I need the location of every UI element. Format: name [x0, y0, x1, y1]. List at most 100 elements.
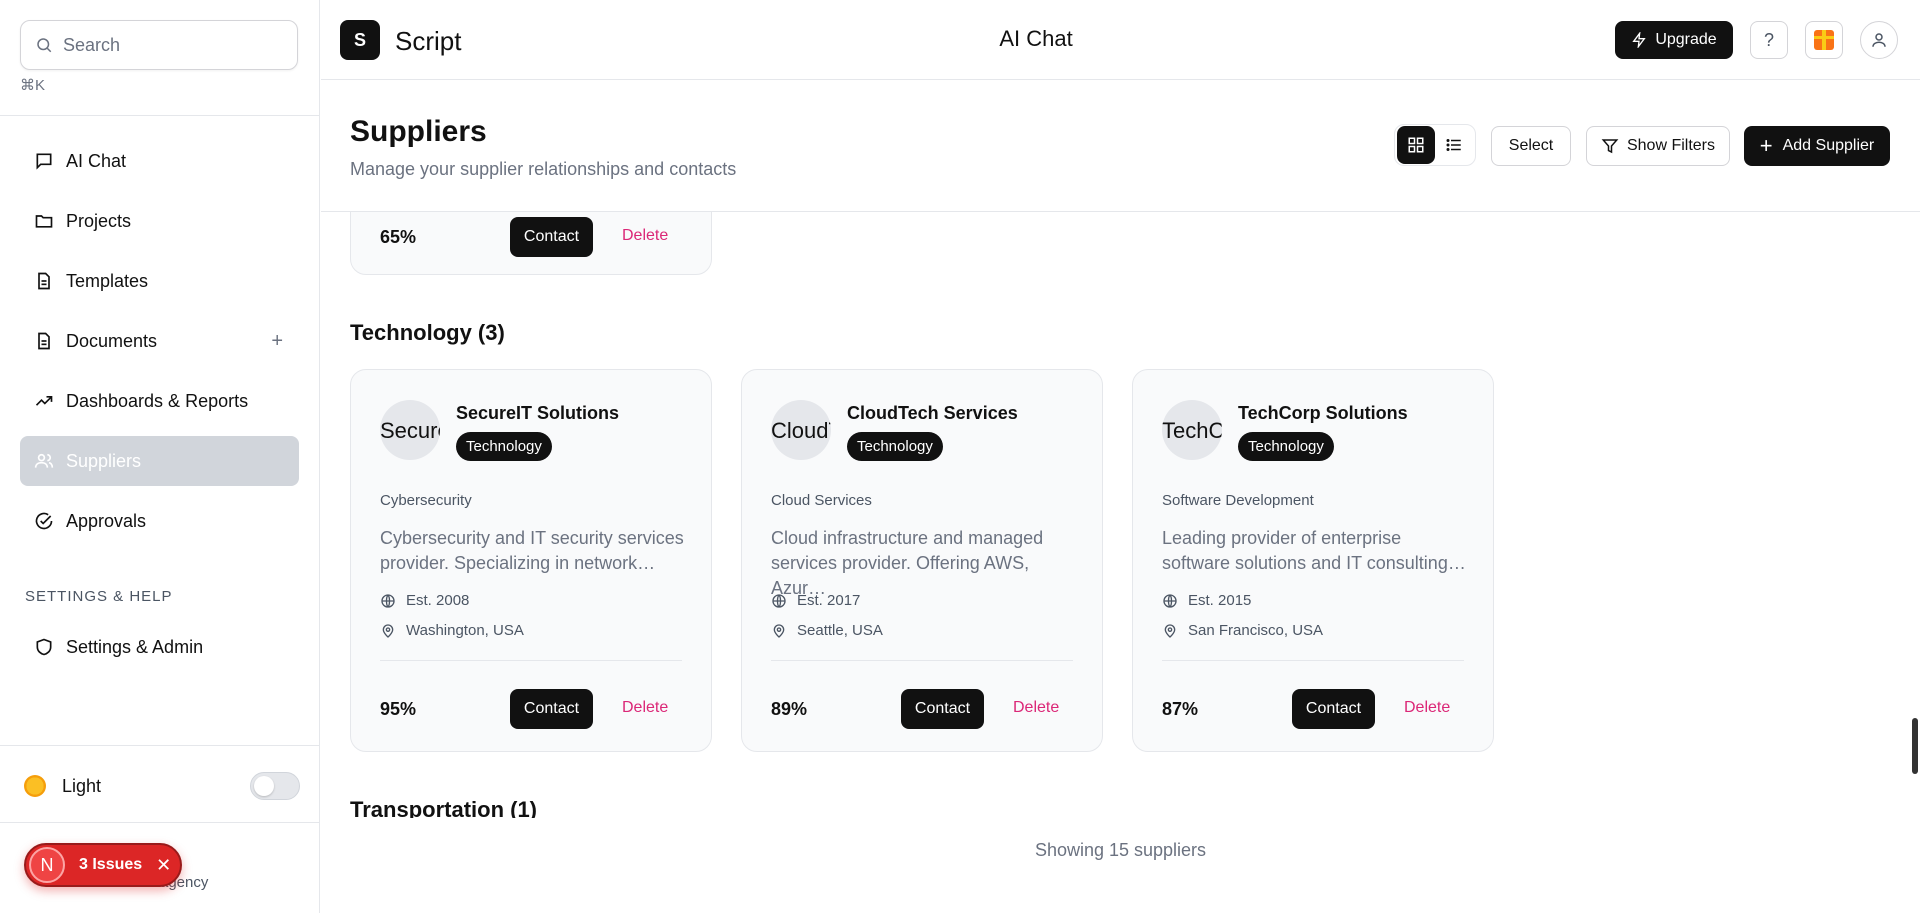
sidebar-item-label: Settings & Admin [66, 636, 204, 657]
category-heading: Transportation (1) [350, 797, 538, 818]
sidebar-item-label: AI Chat [66, 150, 127, 171]
contact-button[interactable]: Contact [901, 689, 984, 729]
scrollbar[interactable] [1910, 212, 1920, 913]
contact-button[interactable]: Contact [510, 689, 593, 729]
supplier-subcategory: Software Development [1162, 492, 1314, 509]
plus-icon: + [1759, 133, 1773, 158]
sidebar-item-label: Suppliers [66, 450, 142, 471]
supplier-name: SecureIT Solutions [456, 403, 620, 423]
supplier-list: 65% Contact Delete Technology (3) Secure… [321, 212, 1911, 818]
divider [771, 660, 1073, 661]
sidebar-item-suppliers[interactable]: Suppliers [20, 436, 299, 486]
shield-icon [36, 638, 52, 656]
supplier-card[interactable]: CloudTech CloudTech Services Technology … [741, 369, 1103, 752]
supplier-card: 65% Contact Delete [350, 212, 712, 275]
location-pin-icon [773, 623, 785, 638]
divider [0, 745, 319, 746]
established-row: Est. 2015 [1162, 592, 1251, 609]
users-icon [34, 453, 54, 468]
n-badge: N [29, 847, 65, 883]
filter-icon [1601, 139, 1619, 154]
location: Washington, USA [406, 622, 524, 639]
upgrade-button[interactable]: Upgrade [1615, 21, 1733, 59]
sidebar-item-label: Projects [66, 210, 132, 231]
sidebar-item-templates[interactable]: Templates [20, 256, 299, 306]
score: 89% [771, 699, 808, 719]
search-input[interactable] [63, 34, 283, 56]
page-header: Suppliers Manage your supplier relations… [321, 81, 1920, 212]
user-menu-button[interactable] [1860, 21, 1898, 59]
search-icon [37, 38, 52, 53]
help-button[interactable]: ? [1750, 21, 1788, 59]
established: Est. 2008 [406, 592, 470, 609]
theme-row: Light [20, 768, 300, 804]
gift-icon [1814, 30, 1834, 50]
score: 87% [1162, 699, 1199, 719]
category-heading: Technology (3) [350, 320, 505, 345]
delete-button[interactable]: Delete [622, 227, 668, 245]
gift-button[interactable] [1805, 21, 1843, 59]
select-button[interactable]: Select [1491, 126, 1571, 166]
search-shortcut: ⌘K [20, 77, 46, 94]
location-row: Seattle, USA [771, 622, 883, 639]
page-context-title: AI Chat [999, 26, 1073, 51]
delete-button[interactable]: Delete [622, 699, 668, 717]
list-view-button[interactable] [1435, 126, 1473, 164]
scroll-thumb[interactable] [1912, 718, 1918, 774]
sidebar-item-ai-chat[interactable]: AI Chat [20, 136, 299, 186]
toggle-knob [254, 776, 274, 796]
avatar: CloudTech [771, 400, 831, 460]
location: San Francisco, USA [1188, 622, 1324, 639]
avatar: TechCorp [1162, 400, 1222, 460]
location-row: Washington, USA [380, 622, 524, 639]
theme-label: Light [62, 775, 102, 796]
divider [1162, 660, 1464, 661]
avatar: SecureIT [380, 400, 440, 460]
add-supplier-button[interactable]: + Add Supplier [1744, 126, 1890, 166]
close-icon[interactable]: ✕ [156, 855, 171, 876]
folder-icon [35, 215, 53, 228]
page-subtitle: Manage your supplier relationships and c… [350, 159, 737, 179]
grid-view-button[interactable] [1397, 126, 1435, 164]
add-document-button[interactable]: + [271, 330, 283, 353]
select-label: Select [1508, 137, 1554, 154]
issues-indicator[interactable]: N 3 Issues ✕ [24, 843, 182, 887]
supplier-card[interactable]: TechCorp TechCorp Solutions Technology S… [1132, 369, 1494, 752]
show-filters-button[interactable]: Show Filters [1586, 126, 1730, 166]
delete-button[interactable]: Delete [1013, 699, 1059, 717]
delete-button[interactable]: Delete [1404, 699, 1450, 717]
supplier-name: TechCorp Solutions [1238, 403, 1408, 423]
divider [0, 115, 319, 116]
globe-icon [1163, 593, 1177, 608]
category-badge: Technology [456, 432, 552, 461]
search-box[interactable] [20, 20, 298, 70]
add-supplier-label: Add Supplier [1782, 137, 1875, 154]
sidebar-item-dashboards[interactable]: Dashboards & Reports [20, 376, 299, 426]
sidebar-item-settings[interactable]: Settings & Admin [20, 622, 299, 672]
theme-toggle[interactable] [250, 772, 300, 800]
established: Est. 2015 [1188, 592, 1252, 609]
sidebar-item-projects[interactable]: Projects [20, 196, 299, 246]
top-bar: S Script AI Chat Upgrade ? [321, 0, 1920, 80]
sidebar-item-approvals[interactable]: Approvals [20, 496, 299, 546]
filters-label: Show Filters [1626, 137, 1716, 154]
grid-icon [1408, 137, 1424, 153]
issues-label: 3 Issues [79, 856, 143, 873]
contact-button[interactable]: Contact [510, 217, 593, 257]
sidebar-item-label: Documents [66, 330, 158, 351]
chat-icon [36, 153, 52, 170]
established-row: Est. 2008 [380, 592, 469, 609]
established: Est. 2017 [797, 592, 861, 609]
sidebar-item-documents[interactable]: Documents + [20, 316, 299, 366]
contact-button[interactable]: Contact [1292, 689, 1375, 729]
upgrade-label: Upgrade [1655, 31, 1717, 48]
category-badge: Technology [1238, 432, 1334, 461]
sidebar-nav: AI Chat Projects Templates Documents + D… [20, 136, 299, 556]
view-toggle [1394, 124, 1476, 166]
location-row: San Francisco, USA [1162, 622, 1323, 639]
score: 65% [380, 227, 417, 247]
trend-icon [35, 396, 53, 406]
user-icon [1872, 33, 1886, 47]
sidebar-item-label: Dashboards & Reports [66, 390, 249, 411]
supplier-card[interactable]: SecureIT SecureIT Solutions Technology C… [350, 369, 712, 752]
